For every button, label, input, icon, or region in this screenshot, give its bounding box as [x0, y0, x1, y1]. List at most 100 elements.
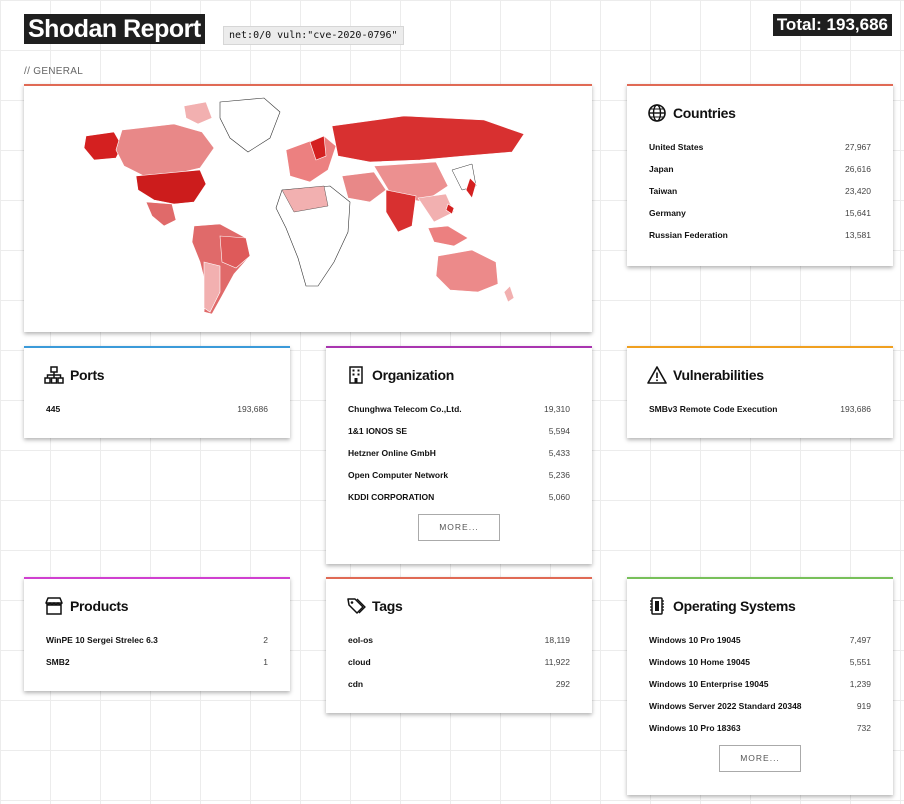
products-card: Products WinPE 10 Sergei Strelec 6.3 2 SM…	[24, 577, 290, 691]
os-list: Windows 10 Pro 19045 7,497 Windows 10 Hom…	[649, 629, 871, 739]
tag-count: 18,119	[544, 635, 570, 645]
world-map	[83, 97, 525, 315]
products-title: Products	[70, 598, 129, 614]
country-count: 13,581	[845, 230, 871, 240]
product-name: SMB2	[46, 657, 70, 667]
os-count: 5,551	[849, 657, 871, 667]
tag-count: 11,922	[544, 657, 570, 667]
tags-title: Tags	[372, 598, 403, 614]
country-count: 27,967	[845, 142, 871, 152]
tag-name: cloud	[348, 657, 371, 667]
list-item[interactable]: Windows 10 Pro 18363 732	[649, 717, 871, 739]
port-count: 193,686	[237, 404, 268, 414]
port-number: 445	[46, 404, 61, 414]
countries-card: Countries United States 27,967 Japan 26,61…	[627, 84, 893, 266]
country-count: 26,616	[845, 164, 871, 174]
network-icon	[44, 366, 64, 384]
country-name: Germany	[649, 208, 686, 218]
operating-systems-title: Operating Systems	[673, 598, 796, 614]
ports-title: Ports	[70, 367, 105, 383]
countries-title: Countries	[673, 105, 736, 121]
product-count: 1	[263, 657, 268, 667]
tag-name: eol-os	[348, 635, 374, 645]
ports-list: 445 193,686	[46, 398, 268, 420]
country-count: 23,420	[845, 186, 871, 196]
org-name: Chunghwa Telecom Co.,Ltd.	[348, 404, 462, 414]
list-item[interactable]: 445 193,686	[46, 398, 268, 420]
world-map-card	[24, 84, 592, 332]
list-item[interactable]: Windows 10 Pro 19045 7,497	[649, 629, 871, 651]
vulnerabilities-title: Vulnerabilities	[673, 367, 764, 383]
list-item[interactable]: SMBv3 Remote Code Execution 193,686	[649, 398, 871, 420]
list-item[interactable]: cdn 292	[348, 673, 570, 695]
os-name: Windows 10 Pro 18363	[649, 723, 741, 733]
list-item[interactable]: Open Computer Network 5,236	[348, 464, 570, 486]
tag-name: cdn	[348, 679, 364, 689]
list-item[interactable]: Germany 15,641	[649, 202, 871, 224]
vuln-count: 193,686	[840, 404, 871, 414]
os-name: Windows 10 Home 19045	[649, 657, 751, 667]
os-count: 732	[856, 723, 871, 733]
products-list: WinPE 10 Sergei Strelec 6.3 2 SMB2 1	[46, 629, 268, 673]
list-item[interactable]: United States 27,967	[649, 136, 871, 158]
os-more-button[interactable]: MORE...	[719, 745, 801, 772]
vulnerabilities-card: Vulnerabilities SMBv3 Remote Code Execut…	[627, 346, 893, 438]
vuln-name: SMBv3 Remote Code Execution	[649, 404, 778, 414]
os-name: Windows Server 2022 Standard 20348	[649, 701, 802, 711]
list-item[interactable]: WinPE 10 Sergei Strelec 6.3 2	[46, 629, 268, 651]
list-item[interactable]: Windows 10 Enterprise 19045 1,239	[649, 673, 871, 695]
building-icon	[349, 366, 363, 384]
country-name: Japan	[649, 164, 674, 174]
org-count: 5,236	[548, 470, 570, 480]
list-item[interactable]: Chunghwa Telecom Co.,Ltd. 19,310	[348, 398, 570, 420]
operating-systems-card: Operating Systems Windows 10 Pro 19045 7,…	[627, 577, 893, 795]
org-count: 5,594	[548, 426, 570, 436]
warning-icon	[647, 366, 667, 384]
org-name: Open Computer Network	[348, 470, 449, 480]
store-icon	[45, 597, 63, 615]
list-item[interactable]: KDDI CORPORATION 5,060	[348, 486, 570, 508]
list-item[interactable]: Hetzner Online GmbH 5,433	[348, 442, 570, 464]
chip-icon	[650, 597, 664, 615]
list-item[interactable]: Russian Federation 13,581	[649, 224, 871, 246]
country-name: Taiwan	[649, 186, 678, 196]
os-count: 7,497	[849, 635, 871, 645]
vulnerabilities-list: SMBv3 Remote Code Execution 193,686	[649, 398, 871, 420]
product-name: WinPE 10 Sergei Strelec 6.3	[46, 635, 158, 645]
organization-more-button[interactable]: MORE...	[418, 514, 500, 541]
list-item[interactable]: Windows 10 Home 19045 5,551	[649, 651, 871, 673]
country-count: 15,641	[845, 208, 871, 218]
org-name: KDDI CORPORATION	[348, 492, 435, 502]
list-item[interactable]: Taiwan 23,420	[649, 180, 871, 202]
list-item[interactable]: 1&1 IONOS SE 5,594	[348, 420, 570, 442]
list-item[interactable]: cloud 11,922	[348, 651, 570, 673]
list-item[interactable]: Windows Server 2022 Standard 20348 919	[649, 695, 871, 717]
country-name: United States	[649, 142, 704, 152]
total-count: Total: 193,686	[772, 14, 892, 36]
country-name: Russian Federation	[649, 230, 728, 240]
list-item[interactable]: SMB2 1	[46, 651, 268, 673]
org-count: 19,310	[544, 404, 570, 414]
tags-icon	[347, 598, 366, 614]
list-item[interactable]: eol-os 18,119	[348, 629, 570, 651]
tags-card: Tags eol-os 18,119 cloud 11,922 cdn 292	[326, 577, 592, 713]
os-count: 1,239	[849, 679, 871, 689]
os-count: 919	[856, 701, 871, 711]
ports-card: Ports 445 193,686	[24, 346, 290, 438]
org-name: 1&1 IONOS SE	[348, 426, 408, 436]
organization-list: Chunghwa Telecom Co.,Ltd. 19,310 1&1 IONO…	[348, 398, 570, 508]
section-label-general: // GENERAL	[24, 66, 84, 77]
tag-count: 292	[555, 679, 570, 689]
product-count: 2	[263, 635, 268, 645]
organization-card: Organization Chunghwa Telecom Co.,Ltd. 19…	[326, 346, 592, 564]
globe-icon	[648, 104, 666, 122]
report-title: Shodan Report	[24, 14, 205, 44]
list-item[interactable]: Japan 26,616	[649, 158, 871, 180]
os-name: Windows 10 Pro 19045	[649, 635, 741, 645]
org-name: Hetzner Online GmbH	[348, 448, 436, 458]
countries-list: United States 27,967 Japan 26,616 Taiwan 23…	[649, 136, 871, 246]
search-query: net:0/0 vuln:"cve-2020-0796"	[223, 26, 404, 45]
org-count: 5,433	[548, 448, 570, 458]
tags-list: eol-os 18,119 cloud 11,922 cdn 292	[348, 629, 570, 695]
organization-title: Organization	[372, 367, 454, 383]
